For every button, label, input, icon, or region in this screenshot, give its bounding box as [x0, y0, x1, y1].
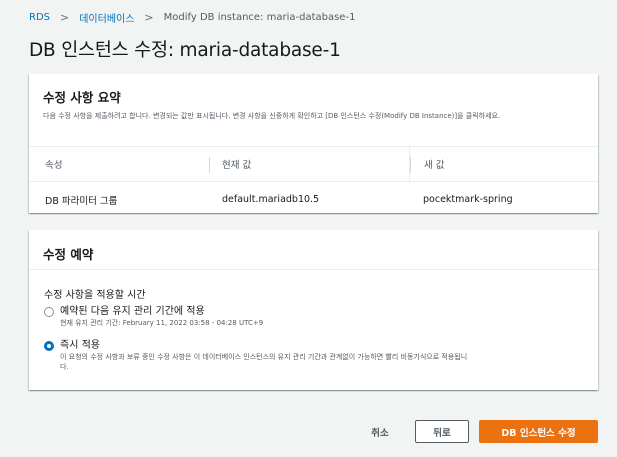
schedule-option-maintenance[interactable]: 예약된 다음 유지 관리 기간에 적용 현재 유지 관리 기간: Februar…: [44, 305, 263, 328]
radio-maintenance-window[interactable]: [44, 307, 54, 317]
summary-panel: 수정 사항 요약 다음 수정 사항을 제출하려고 합니다. 변경되는 값만 표시…: [29, 74, 598, 213]
schedule-option-immediate-description: 이 요청의 수정 사항과 보류 중인 수정 사항은 이 데이터베이스 인스턴스의…: [60, 353, 468, 371]
summary-description: 다음 수정 사항을 제출하려고 합니다. 변경되는 값만 표시됩니다. 변경 사…: [43, 112, 501, 120]
summary-title: 수정 사항 요약: [43, 90, 121, 105]
column-header-current-value-label: 현재 값: [222, 160, 252, 171]
breadcrumb-databases-link[interactable]: 데이터베이스: [79, 10, 134, 25]
schedule-option-maintenance-label: 예약된 다음 유지 관리 기간에 적용: [60, 306, 205, 317]
column-header-new-value-label: 새 값: [424, 160, 445, 171]
column-divider: [209, 157, 210, 173]
schedule-option-immediate-text: 즉시 적용 이 요청의 수정 사항과 보류 중인 수정 사항은 이 데이터베이스…: [60, 339, 470, 372]
summary-table: 속성 현재 값 새 값 DB 파라미터 그룹 default.mariadb10…: [29, 146, 598, 217]
schedule-title: 수정 예약: [43, 247, 94, 262]
column-header-current-value: 현재 값: [209, 147, 409, 181]
table-header-row: 속성 현재 값 새 값: [29, 147, 598, 182]
summary-header: 수정 사항 요약 다음 수정 사항을 제출하려고 합니다. 변경되는 값만 표시…: [29, 74, 598, 121]
modify-db-instance-button[interactable]: DB 인스턴스 수정: [479, 420, 598, 443]
schedule-option-immediate-label: 즉시 적용: [60, 340, 100, 351]
column-header-new-value: 새 값: [409, 147, 598, 181]
schedule-option-immediate[interactable]: 즉시 적용 이 요청의 수정 사항과 보류 중인 수정 사항은 이 데이터베이스…: [44, 339, 470, 372]
table-cell-current-value: default.mariadb10.5: [222, 194, 320, 205]
cancel-button[interactable]: 취소: [358, 420, 402, 443]
schedule-panel: 수정 예약 수정 사항을 적용할 시간 예약된 다음 유지 관리 기간에 적용 …: [29, 230, 598, 390]
breadcrumb-rds-link[interactable]: RDS: [29, 12, 50, 23]
column-divider: [410, 157, 411, 173]
breadcrumb-current: Modify DB instance: maria-database-1: [163, 12, 356, 23]
table-cell-new-value: pocektmark-spring: [423, 194, 513, 205]
table-cell-attribute: DB 파라미터 그룹: [45, 195, 118, 207]
schedule-option-maintenance-description: 현재 유지 관리 기간: February 11, 2022 03:58 - 0…: [60, 319, 264, 327]
schedule-label: 수정 사항을 적용할 시간: [44, 290, 146, 301]
table-row: DB 파라미터 그룹 default.mariadb10.5 pocektmar…: [29, 182, 598, 217]
radio-apply-immediately[interactable]: [44, 341, 54, 351]
page-title: DB 인스턴스 수정: maria-database-1: [29, 40, 341, 61]
schedule-header: 수정 예약: [29, 230, 598, 270]
breadcrumb-separator-icon: >: [144, 11, 154, 24]
breadcrumb-separator-icon: >: [60, 11, 70, 24]
column-header-attribute: 속성: [45, 160, 63, 171]
back-button[interactable]: 뒤로: [415, 420, 469, 443]
schedule-option-maintenance-text: 예약된 다음 유지 관리 기간에 적용 현재 유지 관리 기간: Februar…: [60, 305, 263, 328]
breadcrumb: RDS > 데이터베이스 > Modify DB instance: maria…: [29, 10, 355, 25]
